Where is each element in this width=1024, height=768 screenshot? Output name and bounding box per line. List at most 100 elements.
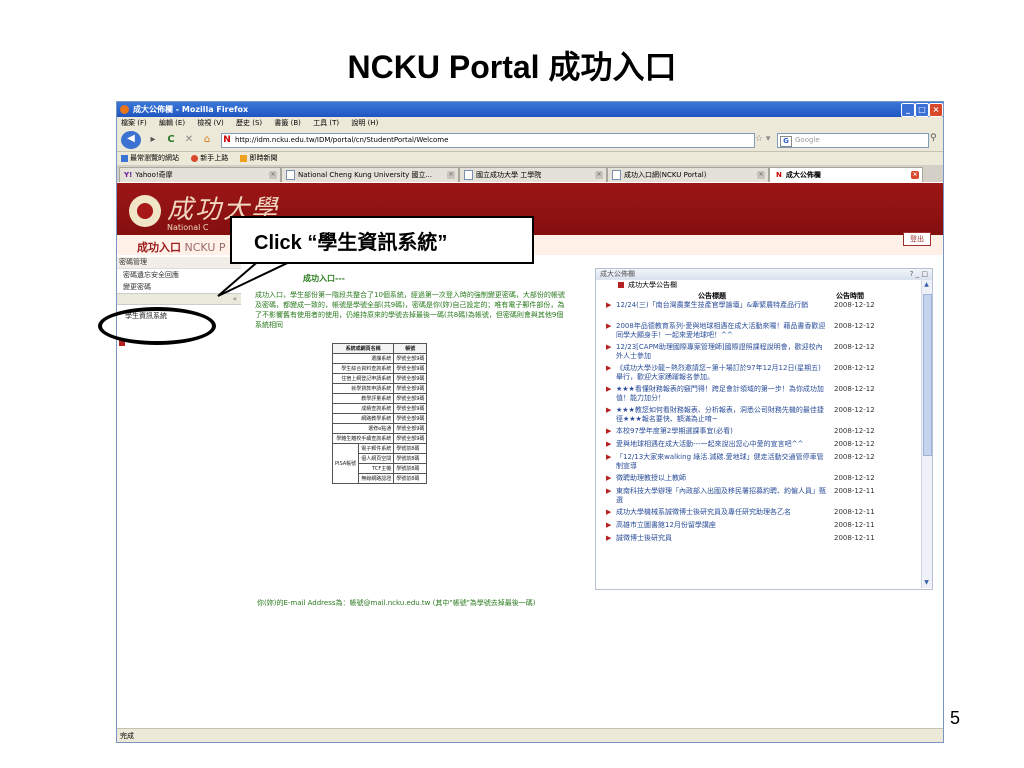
menu-tools[interactable]: 工具 (T) [313,119,339,127]
table-cell: 學號全部9碼 [393,413,428,424]
announcement-item[interactable]: ▶ 12/24(三)「南台灣農業生技產官學論壇」&牽緊農特產品行銷 2008-12-… [596,301,932,322]
announcement-title[interactable]: ★★★教您如何看財務報表、分析報表，洞悉公司財務先機的最佳捷徑★★★報名要快、額… [616,406,826,424]
tab-label: National Cheng Kung University 國立... [298,171,433,179]
announcement-title[interactable]: ★★★看懂財務報表的竅門得！跨足會計領域的第一步！為你成功加值！能力加分！ [616,385,826,403]
table-cell: 學號全部9碼 [393,393,428,404]
table-cell: 無線網路認證 [358,473,395,484]
announcement-subtitle-text: 成功大學公告欄 [628,281,677,289]
announcement-item[interactable]: ▶ 成功大學機械系誠徵博士後研究員及專任研究助理各乙名 2008-12-11 [596,508,932,521]
table-cell: 選課系統 [331,353,395,364]
announcement-item[interactable]: ▶ 12/23[CAPM助理國際專案管理師]國際證照課程說明會，歡迎校內外人士參加… [596,343,932,364]
announcement-title[interactable]: 《成功大學沙龍~熱烈邀請您~第十場訂於97年12月12日(星期五)舉行，歡迎大家… [616,364,826,382]
menu-help[interactable]: 說明 (H) [351,119,378,127]
announcement-item[interactable]: ▶ 本校97學年度第2學期選課事宜(必看) 2008-12-12 [596,427,932,440]
tab-engineering[interactable]: 國立成功大學 工學院 × [459,167,607,182]
tab-close-icon[interactable]: × [757,171,765,179]
tab-close-icon[interactable]: × [447,171,455,179]
announcement-scrollbar[interactable]: ▲ ▼ [921,280,932,588]
forward-arrow-icon[interactable]: ▸ [145,132,161,148]
menu-file[interactable]: 檔案 (F) [121,119,147,127]
announcement-title[interactable]: 東南科技大學辦理「內政部入出國及移民署招募約聘、約僱人員」甄選 [616,487,826,505]
announcement-item[interactable]: ▶ 愛與地球相遇在成大活動---一起來說出您心中愛的宣言吧^^ 2008-12-12 [596,440,932,453]
title-bar: 成大公佈欄 - Mozilla Firefox _ □ × [117,102,943,117]
announcement-title[interactable]: 成功大學機械系誠徵博士後研究員及專任研究助理各乙名 [616,508,826,517]
announcement-item[interactable]: ▶ 誠徵博士後研究員 2008-12-11 [596,534,932,547]
table-cell: 學號全部9碼 [393,423,428,434]
tab-close-icon[interactable]: × [595,171,603,179]
bookmark-label: 新手上路 [200,154,229,162]
maximize-button[interactable]: □ [915,103,929,117]
tab-close-icon[interactable]: × [911,171,919,179]
bookmark-label: 即時新聞 [249,154,278,162]
search-placeholder: Google [795,136,820,144]
bookmark-most-visited[interactable]: 最常瀏覽的網站 [121,154,179,162]
scroll-thumb[interactable] [923,294,932,456]
announcement-item[interactable]: ▶ 徵聘助理教授以上教師 2008-12-12 [596,474,932,487]
sidebar-header: 密碼管理 [117,257,241,269]
logout-button[interactable]: 登出 [903,232,931,246]
scroll-up-icon[interactable]: ▲ [923,281,930,289]
announcement-date: 2008-12-12 [834,343,875,351]
menu-history[interactable]: 歷史 (S) [236,119,262,127]
slide-number: 5 [950,708,961,728]
table-row: 學生綜合資料查詢系統 學號全部9碼 [331,363,428,374]
table-cell: 電子郵件系統 [358,443,395,454]
bookmark-star-icon[interactable]: ☆ ▾ [755,134,770,144]
announcement-title[interactable]: 高雄市立圖書館12月份留學講座 [616,521,826,530]
announcement-title[interactable]: 「12/13大家來walking 綠活.減碳.愛地球」健走活動交通管停車管制宣導 [616,453,826,471]
announcement-item[interactable]: ▶ 高雄市立圖書館12月份留學講座 2008-12-11 [596,521,932,534]
triangle-bullet-icon: ▶ [606,385,612,393]
firefox-icon [120,105,129,114]
announcement-title[interactable]: 12/23[CAPM助理國際專案管理師]國際證照課程說明會，歡迎校內外人士參加 [616,343,826,361]
tab-ncku-university[interactable]: National Cheng Kung University 國立... × [281,167,459,182]
tab-yahoo[interactable]: Y! Yahoo!奇摩 × [119,167,281,182]
tab-ncku-portal[interactable]: 成功入口網(NCKU Portal) × [607,167,769,182]
announcement-item[interactable]: ▶ ★★★教您如何看財務報表、分析報表，洞悉公司財務先機的最佳捷徑★★★報名要快、… [596,406,932,427]
scroll-down-icon[interactable]: ▼ [923,579,930,587]
close-button[interactable]: × [929,103,943,117]
bookmark-getting-started[interactable]: 新手上路 [191,154,228,162]
tab-close-icon[interactable]: × [269,171,277,179]
announcement-item[interactable]: ▶ 《成功大學沙龍~熱烈邀請您~第十場訂於97年12月12日(星期五)舉行，歡迎大… [596,364,932,385]
search-icon[interactable]: ⚲ [930,133,937,143]
table-cell: 學號全部9碼 [393,363,428,374]
minimize-button[interactable]: _ [901,103,915,117]
table-row: 選課系統 學號全部9碼 [331,353,428,364]
bookmark-news[interactable]: 即時新聞 [240,154,277,162]
search-box[interactable]: G Google [777,133,929,148]
highlight-ring [98,307,216,345]
announcement-date: 2008-12-11 [834,521,875,529]
menu-edit[interactable]: 編輯 (E) [159,119,185,127]
address-bar[interactable]: Nhttp://idm.ncku.edu.tw/IDM/portal/cn/St… [221,133,755,148]
announcement-title[interactable]: 12/24(三)「南台灣農業生技產官學論壇」&牽緊農特產品行銷 [616,301,826,310]
table-row: 教學評量系統 學號全部9碼 [331,393,428,404]
table-row: 學雜生離校手續查詢系統 學號全部9碼 [331,433,428,444]
sidebar-item-change-password[interactable]: 變更密碼 [117,281,241,293]
column-title: 公告標題 [698,292,726,300]
sidebar-item-security-question[interactable]: 密碼遺忘安全回應 [117,269,241,281]
site-favicon-icon: N [223,135,231,145]
bookmark-label: 最常瀏覽的網站 [130,154,179,162]
table-cell: 學號全部9碼 [393,373,428,384]
announcement-title[interactable]: 誠徵博士後研究員 [616,534,826,543]
announcement-subtitle: 成功大學公告欄 [596,280,932,291]
back-arrow-icon[interactable]: ◀ [121,131,141,149]
announcement-title[interactable]: 2008年品德教育系列-愛與地球相遇在成大活動來囉！藉品書香歡迎同學大顯身手！一… [616,322,826,340]
announcement-item[interactable]: ▶ 東南科技大學辦理「內政部入出國及移民署招募約聘、約僱人員」甄選 2008-12-… [596,487,932,508]
announcement-title[interactable]: 愛與地球相遇在成大活動---一起來說出您心中愛的宣言吧^^ [616,440,826,449]
home-icon[interactable]: ⌂ [199,132,215,148]
announcement-item[interactable]: ▶ ★★★看懂財務報表的竅門得！跨足會計領域的第一步！為你成功加值！能力加分！ 20… [596,385,932,406]
announcement-title[interactable]: 本校97學年度第2學期選課事宜(必看) [616,427,826,436]
tab-announcements[interactable]: N 成大公佈欄 × [769,167,923,182]
sidebar-section-toggle[interactable]: « [117,293,241,305]
portal-page: 成功大學 National C 成功入口 NCKU P 登出 密碼管理 密碼遺忘… [117,183,943,728]
menu-bookmarks[interactable]: 書籤 (B) [274,119,301,127]
panel-controls[interactable]: ? _ □ [910,269,928,280]
announcement-item[interactable]: ▶ 「12/13大家來walking 綠活.減碳.愛地球」健走活動交通管停車管制宣… [596,453,932,474]
announcement-title[interactable]: 徵聘助理教授以上教師 [616,474,826,483]
menu-view[interactable]: 檢視 (V) [197,119,223,127]
stop-icon[interactable]: ✕ [181,132,197,148]
reload-icon[interactable]: C [163,132,179,148]
announcement-item[interactable]: ▶ 2008年品德教育系列-愛與地球相遇在成大活動來囉！藉品書香歡迎同學大顯身手！… [596,322,932,343]
slide-title: NCKU Portal 成功入口 [347,49,677,85]
